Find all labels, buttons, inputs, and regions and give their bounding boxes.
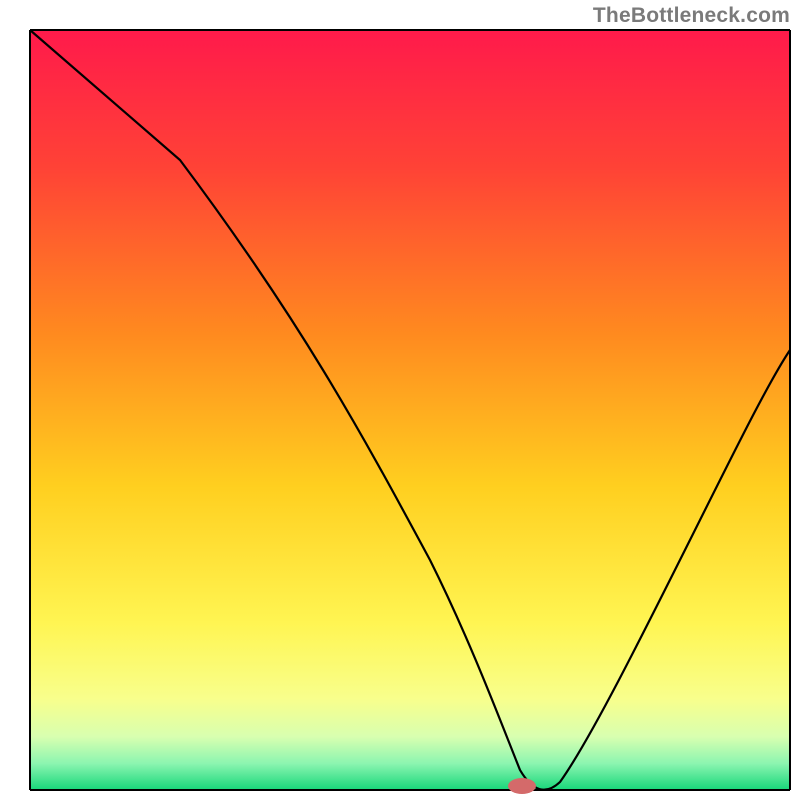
chart-container: TheBottleneck.com <box>0 0 800 800</box>
attribution-text: TheBottleneck.com <box>593 4 790 28</box>
optimal-point-marker <box>508 778 536 794</box>
bottleneck-chart <box>0 0 800 800</box>
plot-background <box>30 30 790 790</box>
